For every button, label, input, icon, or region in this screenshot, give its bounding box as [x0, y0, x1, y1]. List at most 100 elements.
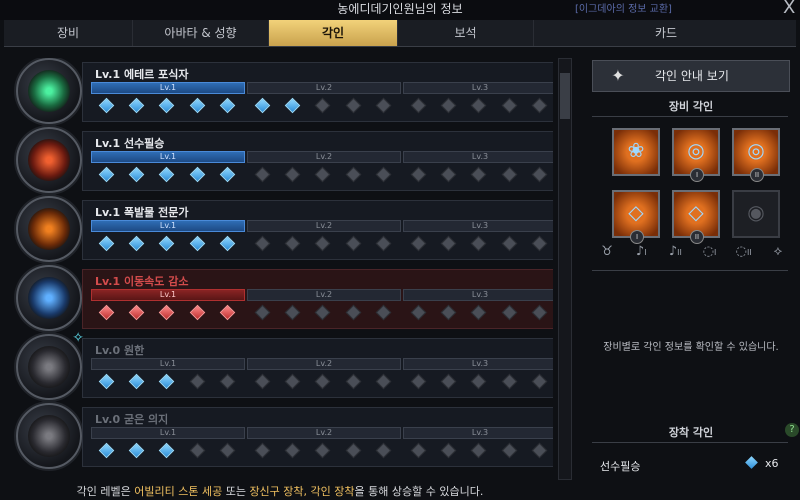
tab-avatar[interactable]: 아바타 & 성향: [133, 20, 269, 46]
empty-node-icon: [254, 373, 270, 389]
filled-node-icon: [219, 166, 236, 182]
title-bar: 농에디데기인원님의 정보 [이그데아의 정보 교환] X: [0, 0, 800, 20]
engraving-name: Lv.0 원한: [95, 344, 145, 357]
tab-equipment[interactable]: 장비: [4, 20, 133, 46]
level-segment: Lv.1: [91, 82, 245, 94]
equipped-engraving-name: 선수필승: [600, 460, 641, 473]
empty-node-icon: [501, 97, 518, 113]
slot-sub-badge: I: [690, 168, 704, 182]
engraving-row[interactable]: Lv.1 에테르 포식자 Lv.1 Lv.2 Lv.3: [14, 58, 553, 124]
filled-node-icon: [159, 442, 175, 458]
engraving-bar: Lv.1 이동속도 감소 Lv.1 Lv.2 Lv.3: [82, 269, 553, 329]
empty-node-icon: [315, 442, 331, 458]
engraving-row[interactable]: Lv.1 이동속도 감소 Lv.1 Lv.2 Lv.3: [14, 265, 553, 331]
node-row: [91, 441, 243, 459]
close-button[interactable]: X: [783, 0, 795, 18]
empty-node-icon: [284, 442, 301, 458]
slot-sub-badge: I: [630, 230, 644, 244]
empty-node-icon: [531, 442, 548, 458]
level-segment: Lv.3: [403, 289, 553, 301]
empty-node-icon: [471, 97, 487, 113]
empty-node-icon: [345, 304, 362, 320]
empty-node-icon: [375, 166, 392, 182]
node-row: [403, 303, 553, 321]
empty-node-icon: [440, 373, 457, 389]
earring-slot-icon: ♪II: [668, 244, 682, 259]
top-right-link[interactable]: [이그데아의 정보 교환]: [575, 0, 672, 15]
equip-slot-ability-stone[interactable]: ◉: [732, 190, 780, 238]
tab-cards[interactable]: 카드: [534, 20, 798, 46]
engraving-name: Lv.1 선수필승: [95, 137, 165, 150]
node-row: [247, 303, 399, 321]
engraving-art: [28, 208, 70, 250]
filled-node-icon: [98, 304, 114, 320]
help-icon[interactable]: ?: [785, 423, 799, 437]
node-row: [403, 96, 553, 114]
engraving-row[interactable]: Lv.1 선수필승 Lv.1 Lv.2 Lv.3: [14, 127, 553, 193]
ring-slot-icon: ◌II: [735, 244, 752, 259]
ability-stone-icon: ◉: [747, 200, 765, 224]
empty-node-icon: [254, 166, 270, 182]
equipment-hint: 장비별로 각인 정보를 확인할 수 있습니다.: [603, 342, 779, 353]
level-segment: Lv.2: [247, 220, 401, 232]
empty-node-icon: [375, 304, 392, 320]
equip-slot-ring-2[interactable]: ◇ II: [672, 190, 720, 244]
empty-node-icon: [284, 304, 301, 320]
empty-node-icon: [375, 373, 392, 389]
engraving-art: [28, 346, 70, 388]
empty-node-icon: [284, 373, 301, 389]
preemptive-strike-icon: [16, 127, 82, 193]
empty-node-icon: [345, 235, 362, 251]
level-segment: Lv.2: [247, 358, 401, 370]
filled-node-icon: [189, 166, 206, 182]
tab-engraving[interactable]: 각인: [269, 20, 398, 46]
equipment-engraving-title: 장비 각인: [668, 100, 714, 113]
empty-node-icon: [440, 166, 457, 182]
empty-node-icon: [284, 235, 301, 251]
filled-node-icon: [159, 97, 175, 113]
filled-node-icon: [159, 304, 175, 320]
engraving-bar: Lv.0 굳은 의지 Lv.1 Lv.2 Lv.3: [82, 407, 553, 467]
empty-node-icon: [410, 373, 426, 389]
engraving-name: Lv.1 이동속도 감소: [95, 275, 189, 288]
empty-node-icon: [440, 235, 457, 251]
empty-node-icon: [315, 304, 331, 320]
scrollbar-thumb[interactable]: [560, 73, 570, 119]
filled-node-icon: [159, 235, 175, 251]
empty-node-icon: [254, 442, 270, 458]
engraving-name: Lv.0 굳은 의지: [95, 413, 169, 426]
divider: [592, 270, 788, 271]
empty-node-icon: [254, 235, 270, 251]
equip-slot-ring-1[interactable]: ◇ I: [612, 190, 660, 244]
empty-node-icon: [189, 373, 206, 389]
node-row: [247, 96, 399, 114]
ring-slot-icon: ◌I: [702, 244, 717, 259]
scrollbar[interactable]: [558, 58, 572, 480]
equip-slot-necklace[interactable]: ❀: [612, 128, 660, 176]
ether-predator-icon: [16, 58, 82, 124]
node-row: [403, 372, 553, 390]
empty-node-icon: [315, 166, 331, 182]
equip-slot-earring-1[interactable]: ◎ I: [672, 128, 720, 182]
tab-gems[interactable]: 보석: [398, 20, 534, 46]
engraving-row[interactable]: ✧ Lv.0 원한 Lv.1 Lv.2 Lv.3: [14, 330, 553, 400]
empty-node-icon: [471, 373, 487, 389]
engraving-row[interactable]: Lv.0 굳은 의지 Lv.1 Lv.2 Lv.3: [14, 403, 553, 469]
tab-bar: 장비 아바타 & 성향 각인 보석 카드: [4, 20, 796, 47]
engraving-node-icon: [745, 456, 758, 469]
engraving-guide-button[interactable]: ✦ 각인 안내 보기: [592, 60, 790, 92]
divider: [592, 442, 788, 443]
footer-mid: 또는: [222, 485, 250, 498]
empty-node-icon: [501, 166, 518, 182]
filled-node-icon: [98, 442, 114, 458]
empty-node-icon: [375, 235, 392, 251]
empty-node-icon: [471, 235, 487, 251]
empty-node-icon: [531, 304, 548, 320]
equip-slot-earring-2[interactable]: ◎ II: [732, 128, 780, 182]
empty-node-icon: [531, 166, 548, 182]
earring-icon: ◎: [687, 138, 705, 162]
empty-node-icon: [501, 304, 518, 320]
level-segment: Lv.1: [91, 289, 245, 301]
earring-slot-icon: ♪I: [635, 244, 647, 259]
engraving-row[interactable]: Lv.1 폭발물 전문가 Lv.1 Lv.2 Lv.3: [14, 196, 553, 262]
